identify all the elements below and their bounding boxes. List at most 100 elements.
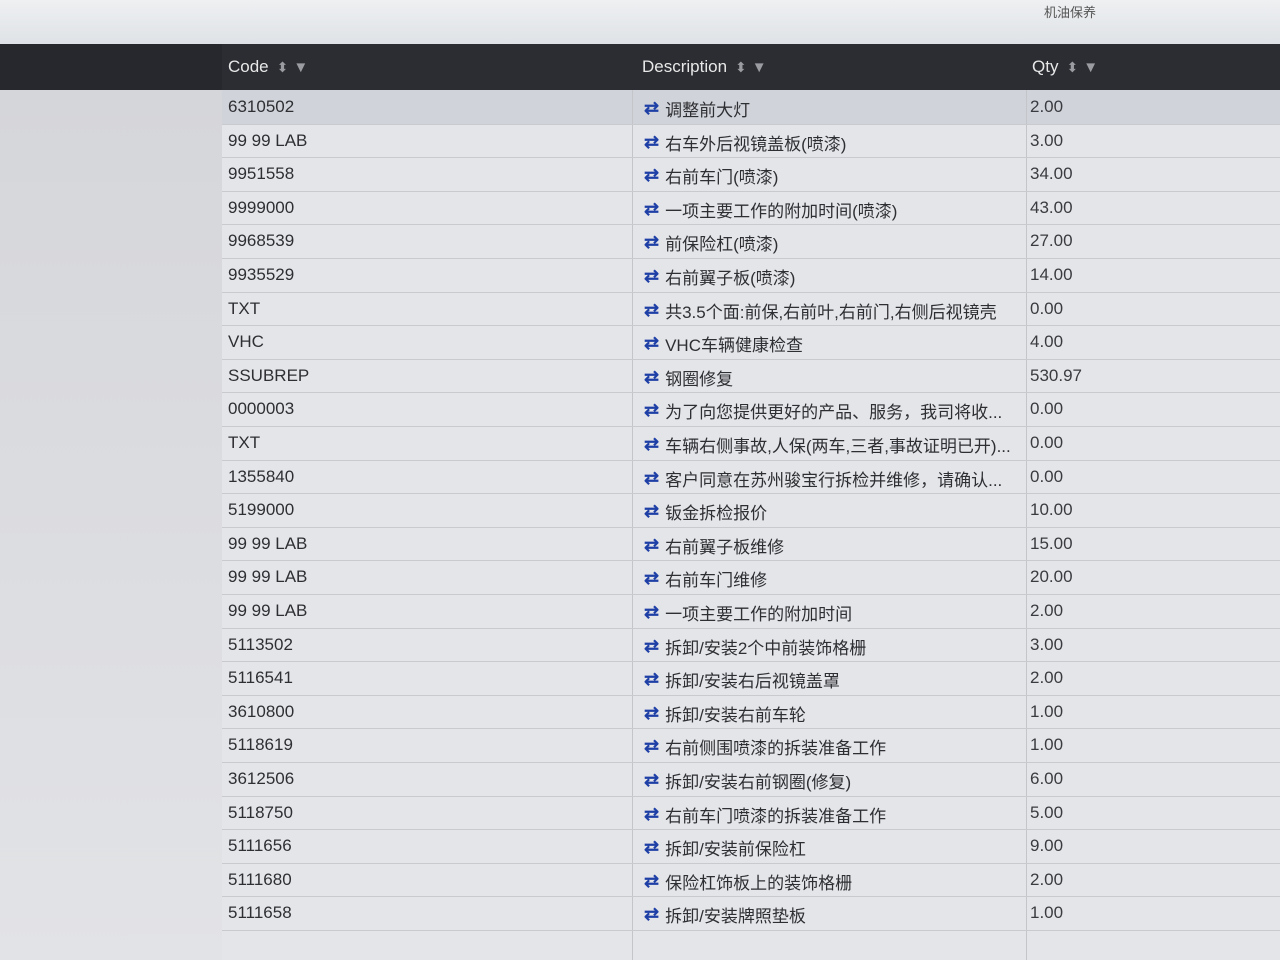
filter-icon[interactable]: ▼ xyxy=(293,59,308,76)
swap-icon[interactable]: ⇄ xyxy=(644,300,659,321)
cell-description: ⇄ 钣金拆检报价 xyxy=(644,499,1026,524)
cell-description-text: 钣金拆检报价 xyxy=(665,504,768,524)
swap-icon[interactable]: ⇄ xyxy=(644,199,659,220)
table-row[interactable]: 5111656 ⇄ 拆卸/安装前保险杠 9.00 xyxy=(222,829,1280,863)
column-header-code[interactable]: Code ⬍ ▼ xyxy=(222,44,633,90)
column-header-qty[interactable]: Qty ⬍ ▼ xyxy=(1026,44,1280,90)
swap-icon[interactable]: ⇄ xyxy=(644,871,659,892)
swap-icon[interactable]: ⇄ xyxy=(644,434,659,455)
cell-qty: 15.00 xyxy=(1030,533,1073,553)
table-row[interactable]: 9968539 ⇄ 前保险杠(喷漆) 27.00 xyxy=(222,224,1280,258)
cell-qty: 6.00 xyxy=(1030,769,1064,788)
table-row[interactable]: 5118619 ⇄ 右前侧围喷漆的拆装准备工作 1.00 xyxy=(222,728,1280,762)
cell-code: 5111658 xyxy=(228,903,292,923)
cell-description: ⇄ 拆卸/安装前保险杠 xyxy=(644,835,1026,860)
table-row[interactable]: 99 99 LAB ⇄ 一项主要工作的附加时间 2.00 xyxy=(222,594,1280,628)
table-row[interactable]: 3612506 ⇄ 拆卸/安装右前钢圈(修复) 6.00 xyxy=(222,762,1280,796)
cell-description: ⇄ 拆卸/安装右前车轮 xyxy=(644,701,1026,726)
swap-icon[interactable]: ⇄ xyxy=(644,837,659,858)
table-row[interactable]: 3610800 ⇄ 拆卸/安装右前车轮 1.00 xyxy=(222,695,1280,729)
swap-icon[interactable]: ⇄ xyxy=(644,468,659,489)
swap-icon[interactable]: ⇄ xyxy=(644,400,659,421)
cell-code: 5116541 xyxy=(228,668,293,688)
table-row[interactable]: TXT ⇄ 共3.5个面:前保,右前叶,右前门,右侧后视镜壳 0.00 xyxy=(222,292,1280,326)
filter-icon[interactable]: ▼ xyxy=(1083,59,1098,76)
table-row[interactable]: 5118750 ⇄ 右前车门喷漆的拆装准备工作 5.00 xyxy=(222,796,1280,830)
cell-code: 9951558 xyxy=(228,164,295,184)
cell-description-text: 右前侧围喷漆的拆装准备工作 xyxy=(665,739,887,759)
swap-icon[interactable]: ⇄ xyxy=(644,165,659,186)
cell-description: ⇄ 为了向您提供更好的产品、服务，我司将收... xyxy=(644,398,1026,423)
swap-icon[interactable]: ⇄ xyxy=(644,535,659,556)
cell-qty: 4.00 xyxy=(1030,332,1064,352)
swap-icon[interactable]: ⇄ xyxy=(644,568,659,589)
table-row[interactable]: 5111680 ⇄ 保险杠饰板上的装饰格栅 2.00 xyxy=(222,863,1280,897)
table-row[interactable]: VHC ⇄ VHC车辆健康检查 4.00 xyxy=(222,325,1280,359)
cell-description: ⇄ 右前翼子板(喷漆) xyxy=(644,264,1026,289)
cell-code: 0000003 xyxy=(228,399,295,419)
cell-code: 99 99 LAB xyxy=(228,567,308,587)
cell-description-text: 右前车门(喷漆) xyxy=(665,168,779,188)
swap-icon[interactable]: ⇄ xyxy=(644,904,659,925)
filter-icon[interactable]: ▼ xyxy=(752,59,767,76)
cell-code: 9935529 xyxy=(228,265,295,284)
swap-icon[interactable]: ⇄ xyxy=(644,736,659,757)
cell-qty: 2.00 xyxy=(1030,601,1064,620)
cell-qty: 10.00 xyxy=(1030,500,1073,520)
table-row[interactable]: 9999000 ⇄ 一项主要工作的附加时间(喷漆) 43.00 xyxy=(222,191,1280,225)
swap-icon[interactable]: ⇄ xyxy=(644,804,659,825)
table-row[interactable]: 5199000 ⇄ 钣金拆检报价 10.00 xyxy=(222,493,1280,527)
swap-icon[interactable]: ⇄ xyxy=(644,636,659,657)
cell-qty: 27.00 xyxy=(1030,231,1073,251)
sort-icon[interactable]: ⬍ xyxy=(735,59,748,76)
table-row[interactable]: 6310502 ⇄ 调整前大灯 2.00 xyxy=(222,90,1280,124)
cell-code: 9968539 xyxy=(228,231,295,251)
cell-code: 5118750 xyxy=(228,802,293,822)
cell-qty: 0.00 xyxy=(1030,466,1064,486)
swap-icon[interactable]: ⇄ xyxy=(644,232,659,253)
table-row[interactable]: 99 99 LAB ⇄ 右车外后视镜盖板(喷漆) 3.00 xyxy=(222,124,1280,158)
table-row[interactable]: 9951558 ⇄ 右前车门(喷漆) 34.00 xyxy=(222,157,1280,191)
cell-description: ⇄ 前保险杠(喷漆) xyxy=(644,230,1026,255)
row-divider xyxy=(222,930,1280,931)
cell-qty: 0.00 xyxy=(1030,399,1064,419)
swap-icon[interactable]: ⇄ xyxy=(644,367,659,388)
sort-icon[interactable]: ⬍ xyxy=(1066,59,1079,76)
table-row[interactable]: SSUBREP ⇄ 钢圈修复 530.97 xyxy=(222,359,1280,393)
cell-qty: 0.00 xyxy=(1030,298,1064,318)
cell-description-text: 右前翼子板(喷漆) xyxy=(665,269,796,288)
cell-code: 9999000 xyxy=(228,197,295,217)
top-toolbar-strip: 机油保养 xyxy=(0,0,1280,44)
table-row[interactable]: TXT ⇄ 车辆右侧事故,人保(两车,三者,事故证明已开)... 0.00 xyxy=(222,426,1280,460)
table-row[interactable]: 1355840 ⇄ 客户同意在苏州骏宝行拆检并维修，请确认... 0.00 xyxy=(222,460,1280,494)
table-row[interactable]: 0000003 ⇄ 为了向您提供更好的产品、服务，我司将收... 0.00 xyxy=(222,392,1280,426)
sort-icon[interactable]: ⬍ xyxy=(277,59,290,76)
swap-icon[interactable]: ⇄ xyxy=(644,703,659,724)
cell-description-text: 钢圈修复 xyxy=(665,369,734,389)
top-label: 机油保养 xyxy=(1044,5,1097,20)
column-header-qty-label: Qty xyxy=(1032,57,1059,76)
cell-description: ⇄ 一项主要工作的附加时间(喷漆) xyxy=(644,197,1026,222)
cell-qty: 0.00 xyxy=(1030,433,1064,452)
cell-description-text: 拆卸/安装右前车轮 xyxy=(665,705,806,725)
swap-icon[interactable]: ⇄ xyxy=(644,333,659,354)
cell-qty: 5.00 xyxy=(1030,802,1064,822)
cell-qty: 1.00 xyxy=(1030,903,1064,923)
table-row[interactable]: 5113502 ⇄ 拆卸/安装2个中前装饰格栅 3.00 xyxy=(222,628,1280,662)
table-row[interactable]: 9935529 ⇄ 右前翼子板(喷漆) 14.00 xyxy=(222,258,1280,292)
swap-icon[interactable]: ⇄ xyxy=(644,669,659,690)
swap-icon[interactable]: ⇄ xyxy=(644,266,659,287)
swap-icon[interactable]: ⇄ xyxy=(644,132,659,153)
swap-icon[interactable]: ⇄ xyxy=(644,770,659,791)
swap-icon[interactable]: ⇄ xyxy=(644,501,659,522)
column-header-description[interactable]: Description ⬍ ▼ xyxy=(632,44,1027,90)
table-row[interactable]: 5111658 ⇄ 拆卸/安装牌照垫板 1.00 xyxy=(222,896,1280,930)
table-row[interactable]: 99 99 LAB ⇄ 右前翼子板维修 15.00 xyxy=(222,527,1280,561)
table-row[interactable]: 99 99 LAB ⇄ 右前车门维修 20.00 xyxy=(222,560,1280,594)
cell-description-text: 右前翼子板维修 xyxy=(665,537,785,557)
cell-qty: 2.00 xyxy=(1030,668,1064,688)
swap-icon[interactable]: ⇄ xyxy=(644,98,659,119)
table-row[interactable]: 5116541 ⇄ 拆卸/安装右后视镜盖罩 2.00 xyxy=(222,661,1280,695)
swap-icon[interactable]: ⇄ xyxy=(644,602,659,623)
cell-qty: 3.00 xyxy=(1030,634,1064,654)
